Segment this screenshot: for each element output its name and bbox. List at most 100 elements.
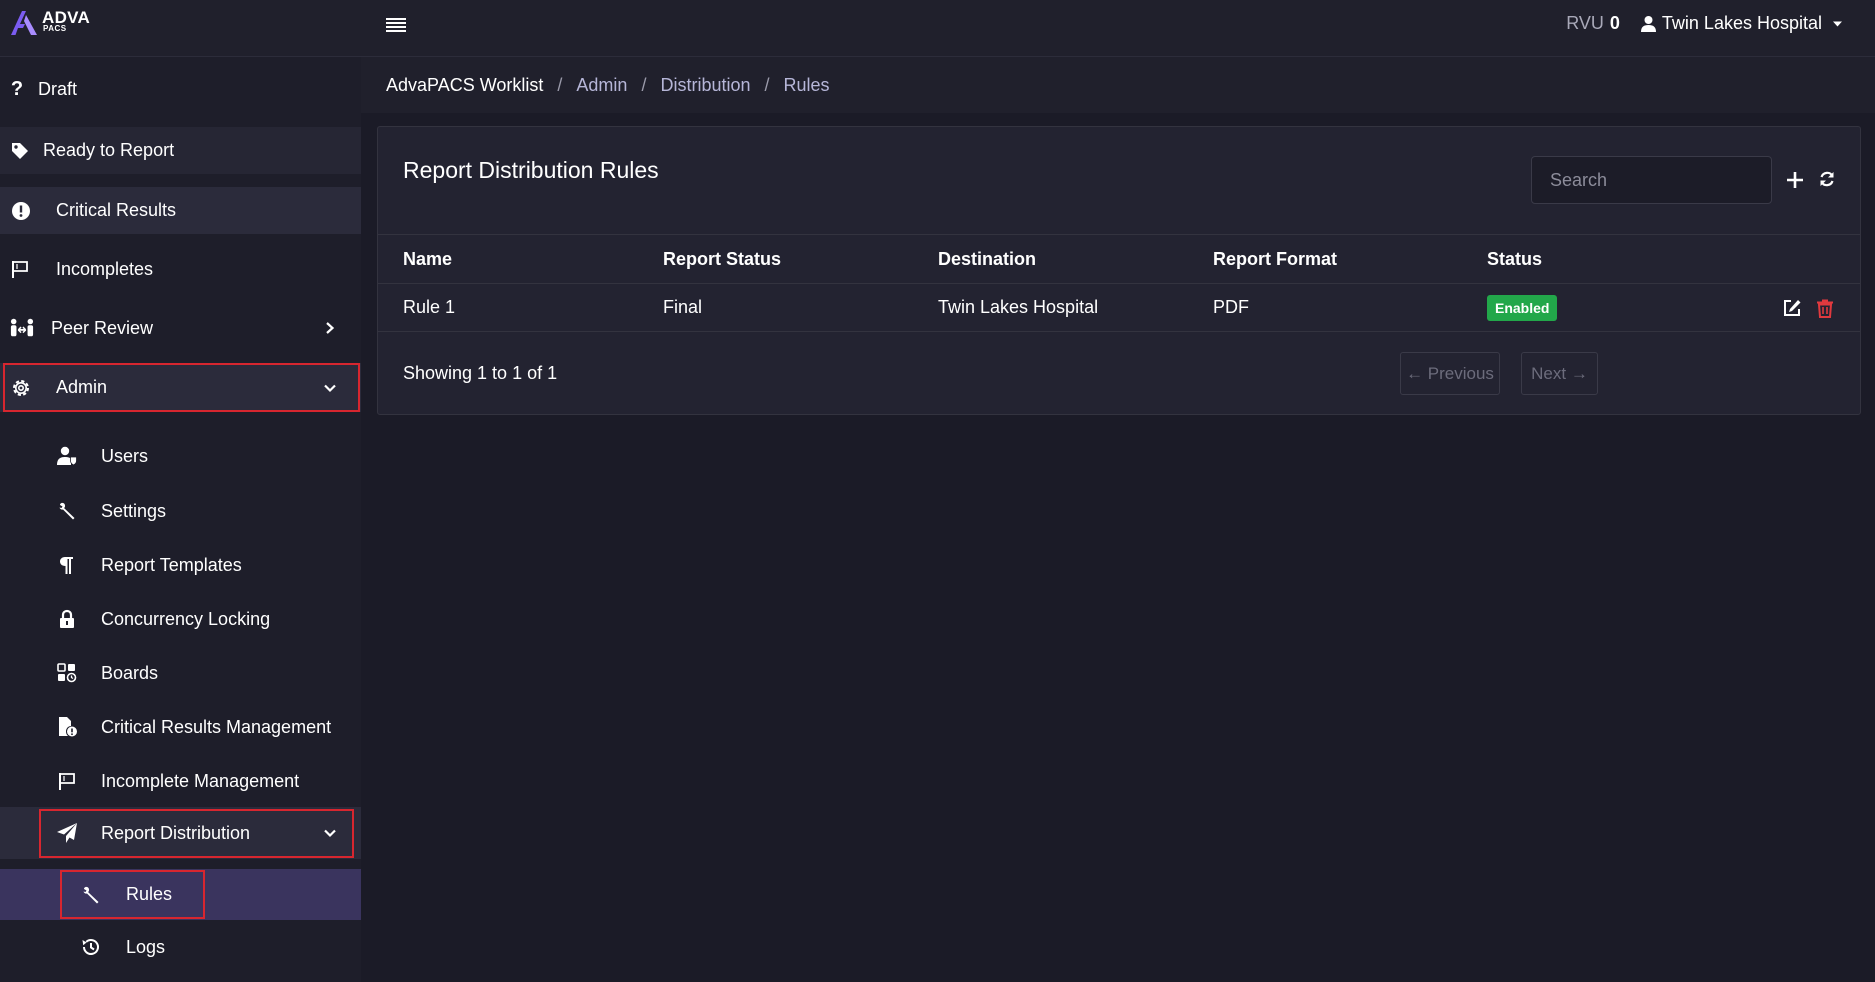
adva-logo-icon	[11, 11, 37, 35]
chevron-down-icon	[324, 829, 336, 838]
sidebar-item-label: Logs	[126, 936, 166, 957]
sidebar-item-boards[interactable]: Boards	[0, 651, 361, 695]
next-page-button[interactable]: Next →	[1521, 352, 1598, 395]
table-row[interactable]: Rule 1 Final Twin Lakes Hospital PDF Ena…	[378, 284, 1860, 332]
delete-rule-button[interactable]	[1815, 298, 1835, 318]
sidebar-item-label: Report Distribution	[101, 822, 251, 843]
breadcrumb: AdvaPACS Worklist / Admin / Distribution…	[361, 57, 1875, 113]
sidebar: ? Draft Ready to Report Critical Results…	[0, 57, 361, 982]
sidebar-item-label: Settings	[101, 500, 167, 521]
hamburger-icon	[386, 18, 406, 32]
sidebar-item-label: Incompletes	[56, 258, 154, 279]
edit-rule-button[interactable]	[1782, 298, 1802, 318]
sidebar-item-peer-review[interactable]: Peer Review	[0, 304, 361, 352]
flag-icon	[55, 770, 79, 792]
rvu-value: 0	[1609, 13, 1620, 33]
sidebar-item-users[interactable]: Users	[0, 434, 361, 478]
column-header-status[interactable]: Status	[1487, 235, 1542, 283]
paper-plane-icon	[55, 822, 79, 844]
question-icon: ?	[10, 77, 24, 100]
breadcrumb-root[interactable]: AdvaPACS Worklist	[386, 75, 543, 96]
search-input[interactable]	[1531, 156, 1772, 204]
sidebar-item-label: Report Templates	[101, 554, 242, 575]
flag-icon	[8, 258, 32, 280]
rules-card: Report Distribution Rules Name Report St…	[377, 126, 1861, 415]
add-rule-button[interactable]	[1784, 169, 1806, 191]
sidebar-item-concurrency-locking[interactable]: Concurrency Locking	[0, 597, 361, 641]
sidebar-item-logs[interactable]: Logs	[0, 925, 361, 969]
user-shield-icon	[55, 445, 79, 467]
status-badge: Enabled	[1487, 294, 1558, 321]
previous-page-button[interactable]: ← Previous	[1400, 352, 1500, 395]
sidebar-item-label: Draft	[38, 78, 78, 99]
chevron-down-icon	[324, 384, 336, 392]
sidebar-item-incompletes[interactable]: Incompletes	[0, 245, 361, 293]
breadcrumb-separator: /	[764, 74, 770, 95]
paragraph-icon	[55, 554, 79, 576]
column-header-report-format[interactable]: Report Format	[1213, 235, 1337, 283]
sidebar-item-label: Critical Results	[56, 200, 177, 220]
alert-circle-icon	[9, 200, 33, 222]
user-icon	[1640, 15, 1656, 32]
file-alert-icon	[55, 716, 79, 738]
sidebar-item-settings[interactable]: Settings	[0, 489, 361, 533]
people-arrows-icon	[10, 317, 34, 339]
trash-icon	[1817, 299, 1833, 318]
chevron-right-icon	[326, 322, 335, 334]
sidebar-item-label: Rules	[126, 884, 173, 904]
cell-report-status: Final	[663, 297, 703, 317]
wrench-icon	[79, 884, 103, 906]
sidebar-item-label: Ready to Report	[43, 140, 175, 160]
table-header: Name Report Status Destination Report Fo…	[378, 234, 1860, 284]
sidebar-item-label: Incomplete Management	[101, 770, 300, 791]
sidebar-item-incomplete-management[interactable]: Incomplete Management	[0, 759, 361, 803]
pagination-summary: Showing 1 to 1 of 1	[403, 363, 558, 383]
cell-report-format: PDF	[1213, 297, 1249, 317]
top-right-area: RVU 0 Twin Lakes Hospital	[1566, 13, 1843, 34]
tag-icon	[8, 140, 32, 162]
top-bar: ADVA PACS RVU 0 Twin Lakes Hospital	[0, 0, 1875, 57]
sidebar-item-rules[interactable]: Rules	[0, 869, 361, 920]
sidebar-item-label: Boards	[101, 662, 159, 683]
breadcrumb-separator: /	[557, 74, 563, 95]
boards-icon	[55, 662, 79, 684]
sidebar-item-critical-results[interactable]: Critical Results	[0, 187, 361, 234]
lock-icon	[55, 608, 79, 630]
user-name: Twin Lakes Hospital	[1661, 13, 1822, 33]
column-header-destination[interactable]: Destination	[938, 235, 1036, 283]
refresh-button[interactable]	[1817, 169, 1839, 191]
sidebar-item-label: Critical Results Management	[101, 716, 332, 737]
wrench-icon	[55, 500, 79, 522]
cell-status: Enabled	[1487, 284, 1558, 331]
sidebar-item-report-distribution[interactable]: Report Distribution	[0, 807, 361, 859]
app-logo[interactable]: ADVA PACS	[9, 9, 90, 36]
page-title: Report Distribution Rules	[403, 157, 659, 183]
rules-table: Name Report Status Destination Report Fo…	[378, 234, 1860, 332]
rvu-label: RVU	[1566, 13, 1604, 33]
sidebar-item-label: Peer Review	[51, 317, 154, 338]
column-header-name[interactable]: Name	[403, 235, 452, 283]
sidebar-item-label: Users	[101, 445, 149, 466]
column-header-report-status[interactable]: Report Status	[663, 235, 781, 283]
sidebar-item-admin[interactable]: Admin	[0, 363, 361, 412]
breadcrumb-admin[interactable]: Admin	[576, 75, 627, 96]
user-menu[interactable]: Twin Lakes Hospital	[1640, 13, 1843, 34]
sidebar-item-label: Admin	[56, 377, 108, 397]
refresh-icon	[1820, 171, 1834, 187]
sidebar-item-draft[interactable]: ? Draft	[0, 65, 361, 113]
edit-icon	[1784, 300, 1801, 316]
breadcrumb-rules: Rules	[783, 74, 830, 95]
history-icon	[79, 936, 103, 958]
menu-toggle-button[interactable]	[383, 13, 409, 37]
cell-destination: Twin Lakes Hospital	[938, 297, 1099, 317]
plus-icon	[1787, 172, 1803, 188]
breadcrumb-separator: /	[641, 74, 647, 95]
breadcrumb-distribution[interactable]: Distribution	[660, 75, 750, 96]
sidebar-item-critical-results-management[interactable]: Critical Results Management	[0, 705, 361, 749]
cell-name: Rule 1	[403, 297, 456, 317]
sidebar-item-ready-to-report[interactable]: Ready to Report	[0, 127, 361, 174]
sidebar-item-report-templates[interactable]: Report Templates	[0, 543, 361, 587]
caret-down-icon	[1833, 21, 1842, 26]
sidebar-item-label: Concurrency Locking	[101, 608, 271, 629]
gear-icon	[9, 377, 33, 399]
